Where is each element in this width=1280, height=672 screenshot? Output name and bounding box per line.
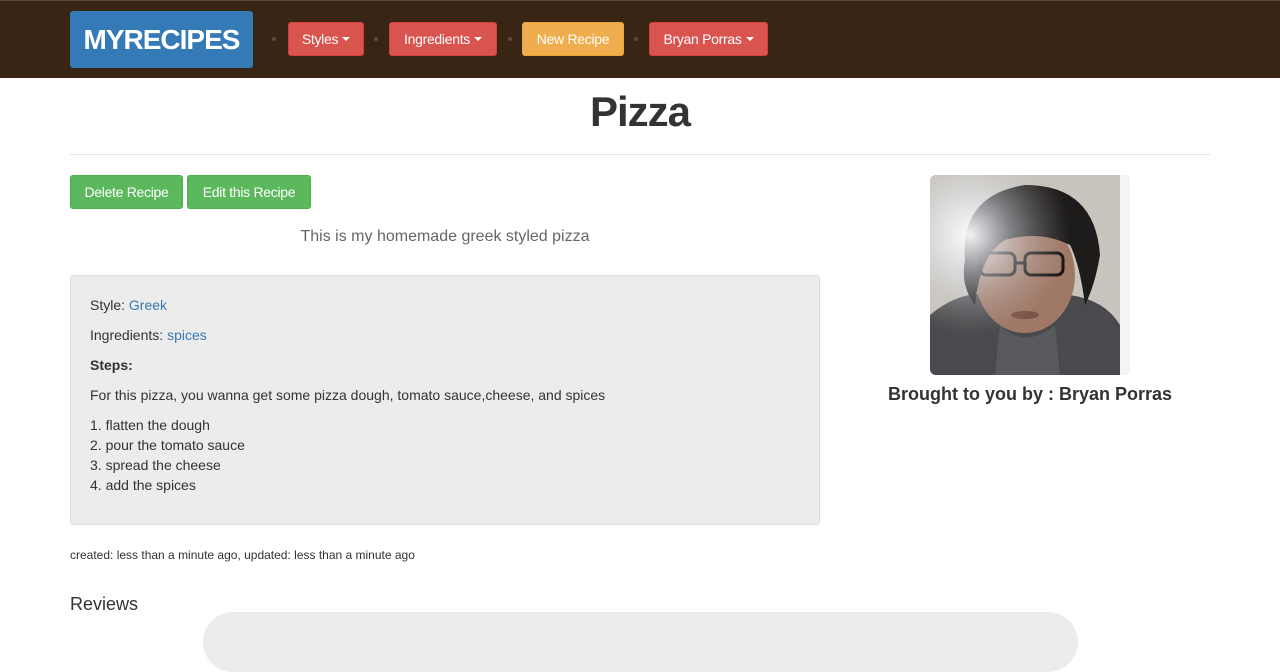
nav-separator: [272, 37, 276, 41]
user-label: Bryan Porras: [663, 31, 742, 47]
step-item: 1. flatten the dough: [90, 417, 210, 433]
step-item: 3. spread the cheese: [90, 457, 221, 473]
style-row: Style: Greek: [90, 297, 167, 313]
new-recipe-label: New Recipe: [536, 31, 610, 47]
nav-separator: [374, 37, 378, 41]
styles-label: Styles: [301, 31, 339, 47]
chef-avatar: [930, 175, 1130, 375]
divider: [70, 154, 1210, 155]
styles-dropdown[interactable]: Styles: [288, 22, 364, 56]
caret-down-icon: [342, 37, 351, 41]
brand-logo[interactable]: MYRECIPES: [70, 11, 253, 68]
delete-recipe-button[interactable]: Delete Recipe: [70, 175, 183, 209]
review-card: [203, 612, 1078, 672]
new-recipe-button[interactable]: New Recipe: [522, 22, 624, 56]
caret-down-icon: [745, 37, 754, 41]
step-item: 2. pour the tomato sauce: [90, 437, 245, 453]
edit-recipe-button[interactable]: Edit this Recipe: [187, 175, 311, 209]
recipe-details-panel: Style: Greek Ingredients: spices Steps: …: [70, 275, 820, 525]
ingredients-label: Ingredients:: [90, 327, 164, 343]
chef-byline: Brought to you by : Bryan Porras: [887, 384, 1173, 404]
nav-separator: [508, 37, 512, 41]
style-label: Style:: [90, 297, 126, 313]
user-dropdown[interactable]: Bryan Porras: [649, 22, 768, 56]
chef-photo: [930, 175, 1130, 375]
ingredients-row: Ingredients: spices: [90, 327, 207, 343]
reviews-heading: Reviews: [70, 594, 139, 614]
recipe-summary: This is my homemade greek styled pizza: [300, 228, 590, 245]
timestamps: created: less than a minute ago, updated…: [70, 548, 415, 562]
steps-heading: Steps:: [90, 357, 133, 373]
page-title: Pizza: [589, 88, 691, 135]
recipe-description: For this pizza, you wanna get some pizza…: [90, 387, 606, 403]
ingredients-label: Ingredients: [404, 31, 470, 47]
caret-down-icon: [473, 37, 482, 41]
ingredient-link[interactable]: spices: [167, 327, 207, 343]
top-navbar: MYRECIPES Styles Ingredients New Recipe …: [0, 0, 1280, 78]
nav-separator: [634, 37, 638, 41]
ingredients-dropdown[interactable]: Ingredients: [389, 22, 497, 56]
step-item: 4. add the spices: [90, 477, 196, 493]
style-link[interactable]: Greek: [129, 297, 167, 313]
